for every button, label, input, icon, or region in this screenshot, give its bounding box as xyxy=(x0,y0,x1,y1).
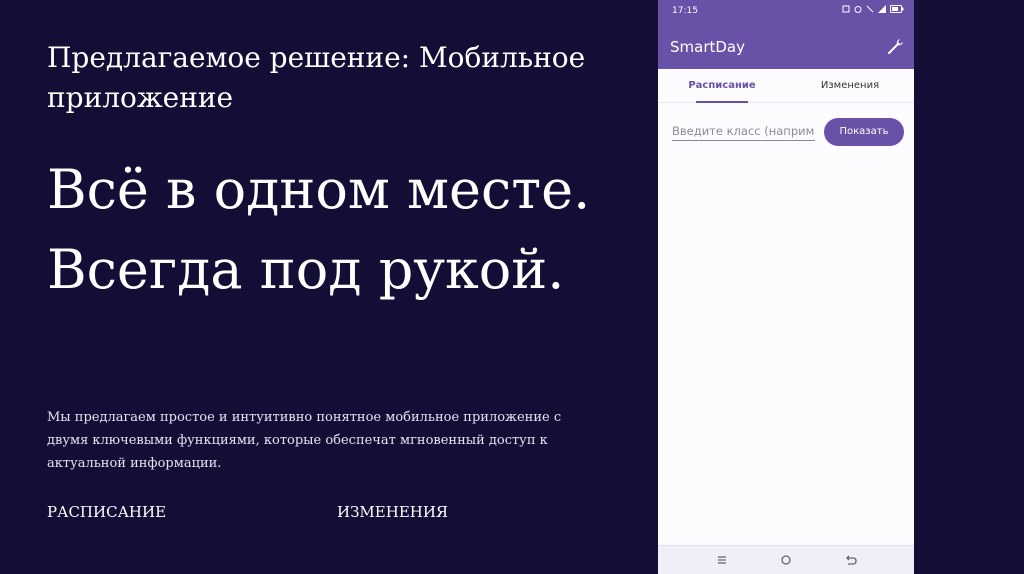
status-bar: 17:15 xyxy=(658,0,914,24)
app-title: SmartDay xyxy=(670,38,745,56)
app-bar: SmartDay xyxy=(658,24,914,69)
slide-headline: Всё в одном месте. Всегда под рукой. xyxy=(47,158,591,301)
battery-icon xyxy=(890,5,904,13)
home-icon[interactable] xyxy=(778,552,794,568)
show-button[interactable]: Показать xyxy=(824,118,904,146)
feature-schedule: РАСПИСАНИЕ xyxy=(47,503,167,521)
phone-screenshot: 17:15 SmartDay Расписание Изменения Введ… xyxy=(658,0,914,574)
tab-schedule[interactable]: Расписание xyxy=(658,69,786,103)
class-input[interactable]: Введите класс (наприм xyxy=(672,118,815,141)
back-icon[interactable] xyxy=(843,552,859,568)
tab-bar: Расписание Изменения xyxy=(658,69,914,103)
nfc-icon xyxy=(842,5,850,13)
tab-changes-label: Изменения xyxy=(820,80,880,91)
network-icon xyxy=(878,5,886,13)
menu-icon[interactable] xyxy=(714,552,730,568)
wrench-icon[interactable] xyxy=(886,36,906,56)
alarm-icon xyxy=(854,6,862,13)
mute-icon xyxy=(866,5,874,13)
slide-description: Мы предлагаем простое и интуитивно понят… xyxy=(47,410,562,471)
tab-changes[interactable]: Изменения xyxy=(786,69,914,102)
status-icons xyxy=(842,5,904,13)
feature-changes: ИЗМЕНЕНИЯ xyxy=(337,503,449,521)
tab-schedule-label: Расписание xyxy=(688,80,756,91)
tab-indicator xyxy=(696,101,748,103)
system-nav-bar xyxy=(658,545,914,574)
slide-kicker: Предлагаемое решение: Мобильное приложен… xyxy=(47,41,586,114)
status-time: 17:15 xyxy=(672,6,698,16)
